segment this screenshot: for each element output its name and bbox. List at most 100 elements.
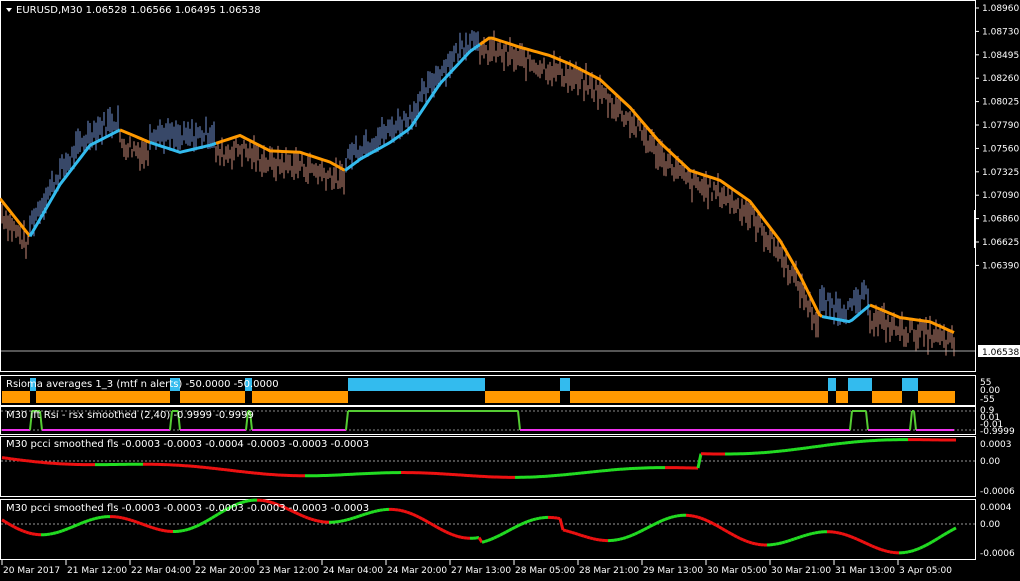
rsioma-bar-down	[806, 391, 807, 403]
chart-shift-marker[interactable]	[974, 210, 976, 248]
rsioma-bar-down	[767, 391, 768, 403]
rsioma-bar-down	[298, 391, 299, 403]
rsioma-bar-up	[870, 378, 871, 391]
rsioma-bar-down	[205, 391, 206, 403]
rsioma-bar-down	[821, 391, 822, 403]
rsioma-bar-down	[138, 391, 139, 403]
pcci2-segment	[25, 530, 30, 535]
rsioma-bar-down	[319, 391, 320, 403]
rsioma-bar-down	[148, 391, 149, 403]
rsioma-bar-down	[145, 391, 146, 403]
rsioma-bar-down	[147, 391, 148, 403]
sub3-axis-bottom: -0.0006	[980, 487, 1015, 497]
rsioma-bar-down	[201, 391, 202, 403]
rsioma-bar-up	[914, 378, 915, 391]
pcci2-segment	[736, 535, 741, 540]
pcci2-segment	[793, 536, 798, 541]
rsioma-bar-down	[164, 391, 165, 403]
rsioma-bar-down	[85, 391, 86, 403]
rsioma-bar-down	[752, 391, 753, 403]
rsioma-bar-down	[206, 391, 207, 403]
pcci2-segment	[712, 522, 717, 527]
rsioma-bar-down	[66, 391, 67, 403]
pcci2-segment	[796, 535, 801, 540]
rsioma-bar-down	[527, 391, 528, 403]
pcci2-segment	[496, 533, 501, 538]
rsioma-bar-up	[853, 378, 854, 391]
rsioma-bar-down	[532, 391, 533, 403]
rsioma-bar-up	[904, 378, 905, 391]
pcci2-segment	[730, 532, 735, 537]
rsioma-bar-down	[920, 391, 921, 403]
rsioma-bar-up	[361, 378, 362, 391]
pcci2-segment	[184, 527, 189, 532]
rsioma-bar-down	[818, 391, 819, 403]
pcci2-segment	[535, 516, 540, 521]
price-label: 1.08495	[982, 51, 1019, 61]
rsioma-bar-down	[41, 391, 42, 403]
rsioma-bar-down	[630, 391, 631, 403]
rsioma-bar-down	[745, 391, 746, 403]
rsioma-bar-down	[211, 391, 212, 403]
rsioma-bar-down	[751, 391, 752, 403]
rsioma-bar-down	[949, 391, 950, 403]
rsioma-bar-down	[841, 391, 842, 403]
rsioma-bar-up	[419, 378, 420, 391]
rsioma-bar-up	[855, 378, 856, 391]
rsioma-bar-down	[688, 391, 689, 403]
rsioma-bar-down	[938, 391, 939, 403]
rsioma-bar-up	[390, 378, 391, 391]
rsioma-bar-down	[182, 391, 183, 403]
chart-window[interactable]: EURUSD,M30 1.06528 1.06566 1.06495 1.065…	[0, 0, 1020, 581]
rsioma-bar-up	[375, 378, 376, 391]
rsioma-bar-down	[37, 391, 38, 403]
rsioma-bar-down	[345, 391, 346, 403]
rsioma-bar-down	[311, 391, 312, 403]
pcci2-segment	[556, 516, 561, 521]
rsx-segment	[517, 410, 521, 431]
rsioma-bar-down	[646, 391, 647, 403]
rsioma-bar-down	[675, 391, 676, 403]
rsioma-bar-down	[696, 391, 697, 403]
rsioma-bar-down	[815, 391, 816, 403]
pcci2-segment	[67, 526, 72, 531]
rsioma-bar-down	[788, 391, 789, 403]
rsioma-bar-down	[142, 391, 143, 403]
rsioma-bar-down	[101, 391, 102, 403]
rsioma-bar-down	[668, 391, 669, 403]
pcci2-segment	[88, 517, 93, 522]
rsioma-bar-up	[350, 378, 351, 391]
rsioma-bar-down	[191, 391, 192, 403]
rsioma-bar-down	[526, 391, 527, 403]
time-label: 30 Mar 05:00	[707, 566, 767, 576]
rsioma-bar-down	[194, 391, 195, 403]
triangle-down-icon[interactable]	[6, 8, 12, 12]
rsioma-bar-down	[126, 391, 127, 403]
rsioma-bar-down	[40, 391, 41, 403]
rsioma-bar-down	[770, 391, 771, 403]
rsioma-bar-down	[327, 391, 328, 403]
rsioma-bar-down	[167, 391, 168, 403]
rsioma-bar-down	[758, 391, 759, 403]
rsioma-bar-up	[430, 378, 431, 391]
rsioma-bar-down	[228, 391, 229, 403]
rsioma-bar-down	[742, 391, 743, 403]
rsioma-bar-down	[222, 391, 223, 403]
pcci2-segment	[841, 532, 846, 537]
rsioma-bar-up	[868, 378, 869, 391]
rsioma-bar-down	[9, 391, 10, 403]
rsioma-bar-down	[42, 391, 43, 403]
pcci2-segment	[862, 540, 867, 545]
rsioma-bar-down	[77, 391, 78, 403]
rsioma-bar-down	[608, 391, 609, 403]
rsioma-bar-down	[808, 391, 809, 403]
rsioma-bar-down	[677, 391, 678, 403]
rsioma-bar-down	[670, 391, 671, 403]
price-axis: 1.08960 1.08730 1.08495 1.08260 1.08025 1.077…	[975, 4, 1019, 271]
pcci2-segment	[304, 515, 309, 520]
rsioma-bar-up	[423, 378, 424, 391]
rsioma-bar-down	[333, 391, 334, 403]
rsioma-bar-down	[160, 391, 161, 403]
sub4-label: M30 pcci smoothed fls -0.0003 -0.0003 -0…	[6, 503, 369, 514]
rsioma-bar-down	[49, 391, 50, 403]
